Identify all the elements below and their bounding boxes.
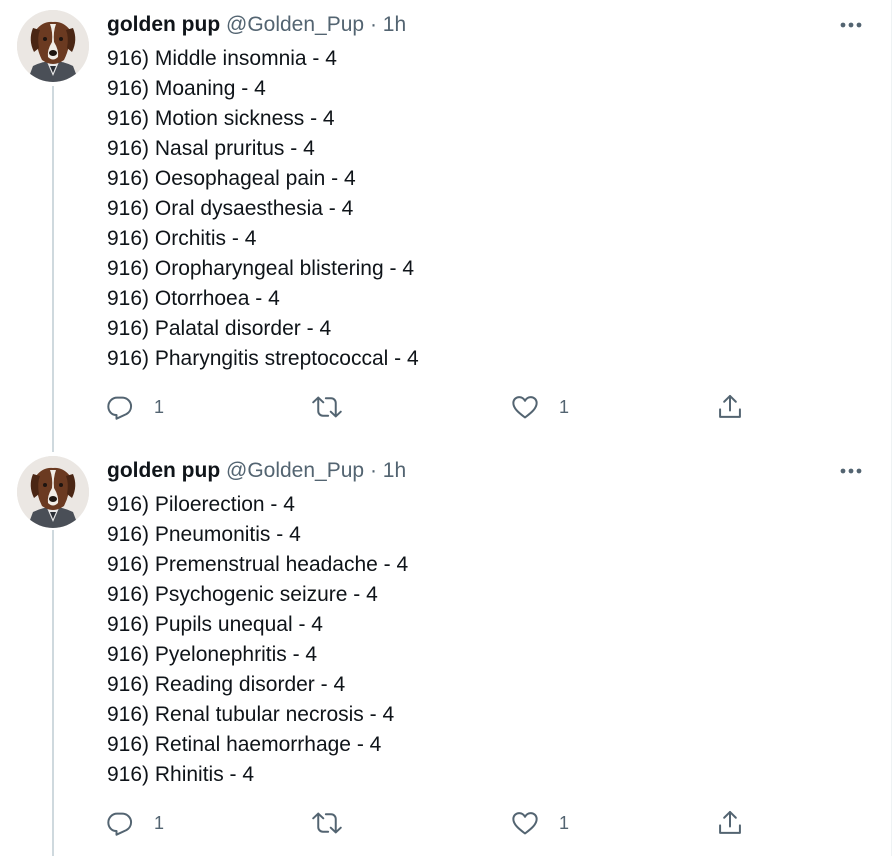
like-count: 1 (559, 812, 570, 833)
tweet-actions: 1 1 (0, 392, 892, 422)
tweet[interactable]: golden pup @Golden_Pup · 1h 916) Middle … (0, 0, 892, 446)
more-options-button[interactable] (838, 15, 864, 35)
tweet-text-line: 916) Pharyngitis streptococcal - 4 (107, 347, 419, 370)
separator-dot: · (369, 459, 377, 482)
tweet-text-line: 916) Pupils unequal - 4 (107, 613, 323, 636)
tweet-text-line: 916) Pneumonitis - 4 (107, 523, 301, 546)
more-options-button[interactable] (838, 461, 864, 481)
tweet-text-line: 916) Renal tubular necrosis - 4 (107, 703, 395, 726)
retweet-icon (312, 396, 342, 418)
tweet-text-line: 916) Pyelonephritis - 4 (107, 643, 318, 666)
tweet-text-line: 916) Piloerection - 4 (107, 493, 295, 516)
tweet-text-line: 916) Retinal haemorrhage - 4 (107, 733, 382, 756)
tweet-text-line: 916) Premenstrual headache - 4 (107, 553, 409, 576)
reply-icon (107, 812, 133, 836)
display-name[interactable]: golden pup (107, 459, 220, 482)
timestamp[interactable]: 1h (383, 459, 406, 482)
display-name[interactable]: golden pup (107, 13, 220, 36)
user-handle[interactable]: @Golden_Pup (226, 459, 364, 482)
tweet-text-line: 916) Nasal pruritus - 4 (107, 137, 315, 160)
like-button[interactable]: 1 (511, 392, 569, 422)
tweet-actions: 1 1 (0, 808, 892, 838)
reply-button[interactable]: 1 (106, 392, 164, 422)
user-handle[interactable]: @Golden_Pup (226, 13, 364, 36)
retweet-button[interactable] (312, 392, 362, 422)
reply-icon (107, 396, 133, 420)
like-button[interactable]: 1 (511, 808, 569, 838)
tweet-text-line: 916) Psychogenic seizure - 4 (107, 583, 378, 606)
tweet-text-line: 916) Rhinitis - 4 (107, 763, 255, 786)
heart-icon (512, 396, 538, 419)
retweet-icon (312, 812, 342, 834)
tweet-text-line: 916) Motion sickness - 4 (107, 107, 335, 130)
share-icon (719, 394, 741, 418)
tweet-text-line: 916) Oral dysaesthesia - 4 (107, 197, 354, 220)
reply-count: 1 (154, 812, 165, 833)
tweet-text-line: 916) Reading disorder - 4 (107, 673, 346, 696)
share-icon (719, 810, 741, 834)
more-icon (840, 468, 862, 474)
avatar[interactable] (17, 456, 89, 528)
tweet-text-line: 916) Otorrhoea - 4 (107, 287, 280, 310)
avatar[interactable] (17, 10, 89, 82)
reply-button[interactable]: 1 (106, 808, 164, 838)
tweet-text-line: 916) Orchitis - 4 (107, 227, 257, 250)
tweet-text-line: 916) Oropharyngeal blistering - 4 (107, 257, 415, 280)
dog-avatar-image (17, 456, 89, 528)
timestamp[interactable]: 1h (383, 13, 406, 36)
dog-avatar-image (17, 10, 89, 82)
retweet-button[interactable] (312, 808, 362, 838)
like-count: 1 (559, 396, 570, 417)
share-button[interactable] (716, 808, 744, 838)
tweet-header: golden pup @Golden_Pup · 1h (107, 12, 406, 38)
heart-icon (512, 812, 538, 835)
tweet-text-line: 916) Palatal disorder - 4 (107, 317, 332, 340)
tweet-text-line: 916) Middle insomnia - 4 (107, 47, 337, 70)
reply-count: 1 (154, 396, 165, 417)
tweet-header: golden pup @Golden_Pup · 1h (107, 458, 406, 484)
tweet-text: 916) Middle insomnia - 4 916) Moaning - 4… (107, 44, 419, 374)
tweet-text: 916) Piloerection - 4 916) Pneumonitis - … (107, 490, 408, 790)
share-button[interactable] (716, 392, 744, 422)
tweet[interactable]: golden pup @Golden_Pup · 1h 916) Piloere… (0, 446, 892, 856)
separator-dot: · (369, 13, 377, 36)
tweet-text-line: 916) Oesophageal pain - 4 (107, 167, 356, 190)
tweet-text-line: 916) Moaning - 4 (107, 77, 266, 100)
more-icon (840, 22, 862, 28)
